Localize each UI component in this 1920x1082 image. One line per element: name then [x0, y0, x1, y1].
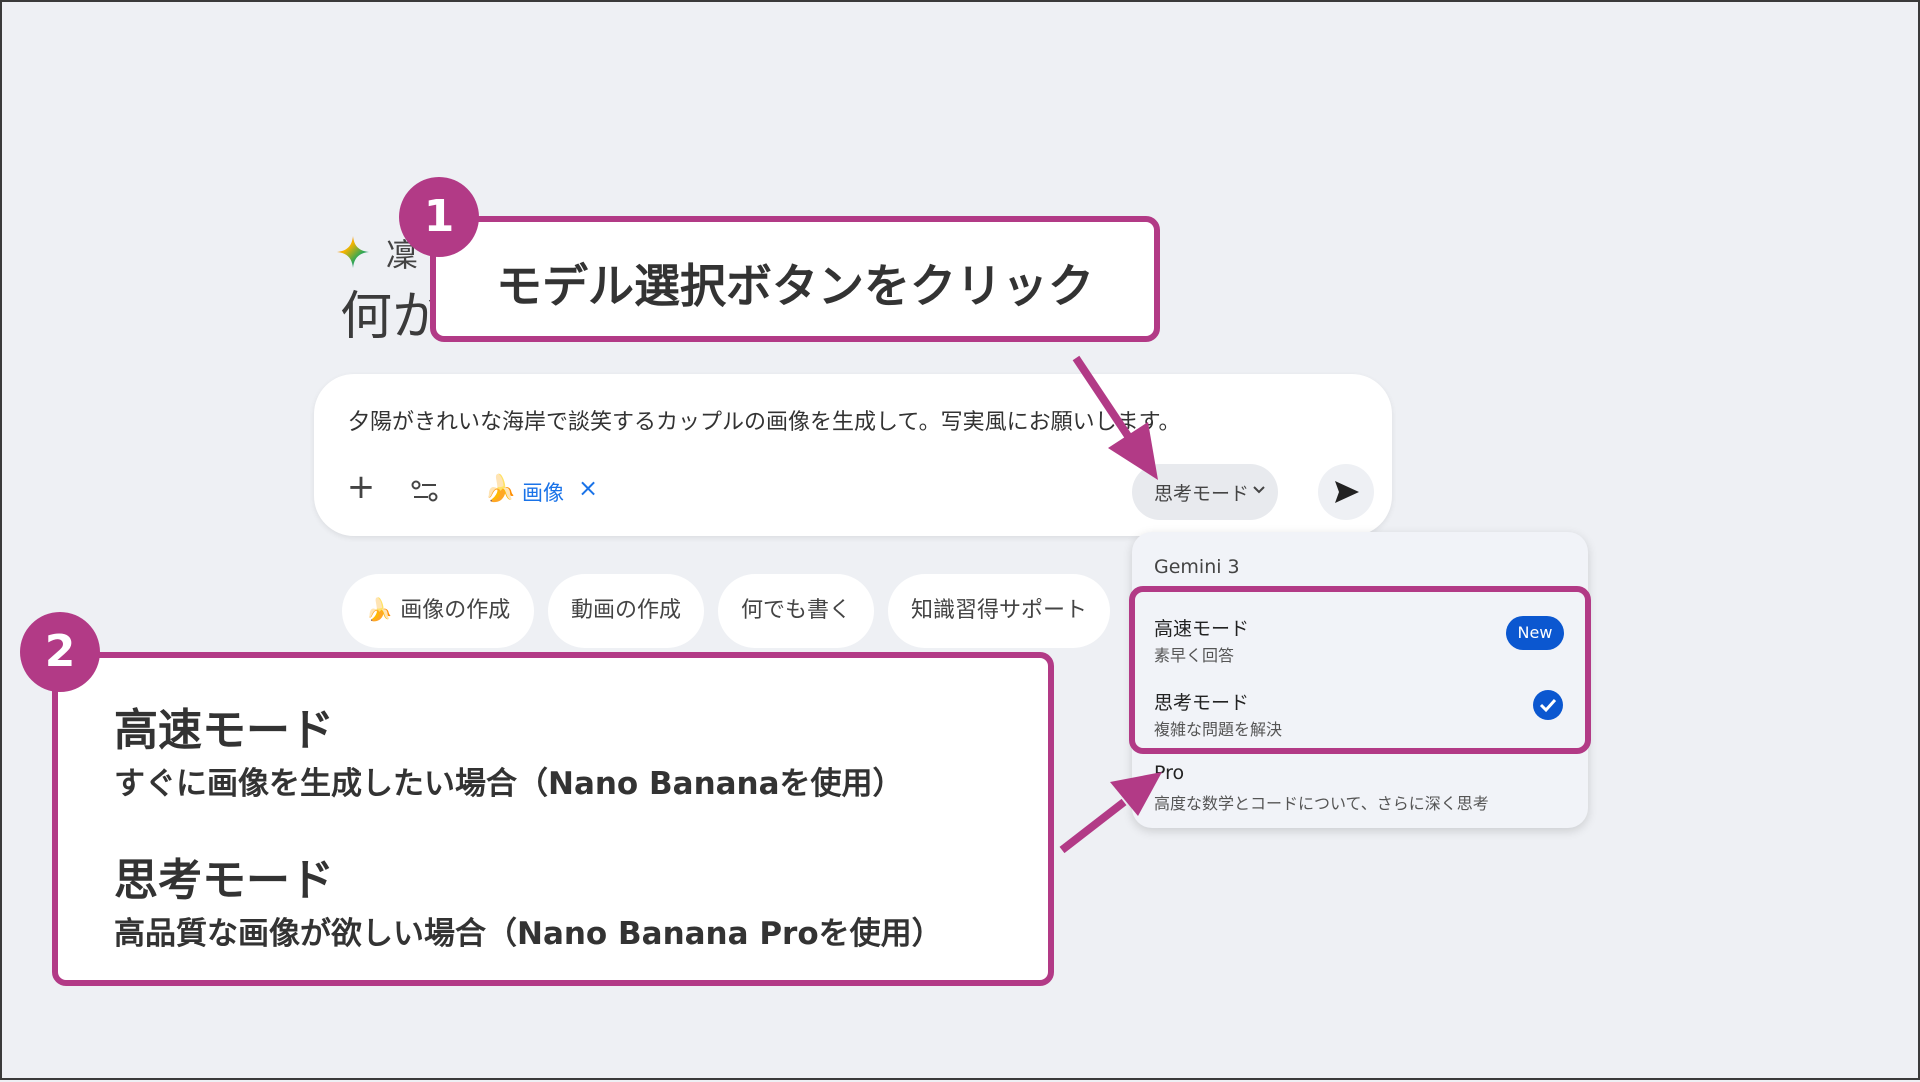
callout-1-number: 1 — [399, 177, 479, 257]
callout-2-number: 2 — [20, 612, 100, 692]
image-tool-chip[interactable]: 画像 — [522, 477, 564, 507]
suggestion-create-video[interactable]: 動画の作成 — [548, 574, 704, 648]
suggestion-label: 知識習得サポート — [910, 598, 1087, 623]
model-select-button[interactable]: 思考モード — [1132, 464, 1278, 520]
suggestion-learning-support[interactable]: 知識習得サポート — [888, 574, 1110, 648]
model-select-label: 思考モード — [1154, 483, 1250, 505]
suggestion-create-image[interactable]: 🍌 画像の作成 — [342, 574, 534, 648]
suggestion-label: 動画の作成 — [570, 598, 681, 623]
chevron-down-icon — [1253, 486, 1265, 494]
menu-item-title: Pro — [1154, 762, 1185, 784]
suggestion-write-anything[interactable]: 何でも書く — [718, 574, 874, 648]
dropdown-header: Gemini 3 — [1154, 556, 1240, 578]
menu-item-pro[interactable]: Pro 高度な数学とコードについて、さらに深く思考 — [1132, 754, 1588, 826]
mode-options-highlight — [1129, 586, 1591, 754]
suggestion-label: 何でも書く — [740, 598, 851, 623]
close-icon[interactable]: × — [578, 474, 598, 502]
callout-2-box: 高速モード すぐに画像を生成したい場合（Nano Bananaを使用） 思考モー… — [52, 652, 1054, 986]
greeting-question: 何か — [340, 287, 445, 347]
banana-icon: 🍌 — [365, 598, 394, 623]
callout-2-think-desc: 高品質な画像が欲しい場合（Nano Banana Proを使用） — [114, 916, 943, 952]
callout-1-box: モデル選択ボタンをクリック — [430, 216, 1160, 342]
send-button[interactable] — [1318, 464, 1374, 520]
send-icon — [1335, 481, 1359, 503]
callout-1-text: モデル選択ボタンをクリック — [496, 259, 1094, 313]
callout-2-fast-desc: すぐに画像を生成したい場合（Nano Bananaを使用） — [114, 766, 904, 802]
callout-2-think-title: 思考モード — [114, 855, 334, 906]
plus-icon[interactable]: + — [344, 470, 378, 506]
banana-icon: 🍌 — [484, 474, 517, 504]
prompt-input-card[interactable]: 夕陽がきれいな海岸で談笑するカップルの画像を生成して。写実風にお願いします。 +… — [314, 374, 1392, 536]
prompt-input[interactable]: 夕陽がきれいな海岸で談笑するカップルの画像を生成して。写実風にお願いします。 — [348, 404, 1180, 436]
callout-2-fast-title: 高速モード — [114, 705, 334, 756]
suggestion-label: 画像の作成 — [400, 598, 511, 623]
gemini-star-icon — [337, 236, 369, 268]
tune-icon[interactable] — [410, 478, 440, 504]
menu-item-subtitle: 高度な数学とコードについて、さらに深く思考 — [1154, 794, 1489, 813]
